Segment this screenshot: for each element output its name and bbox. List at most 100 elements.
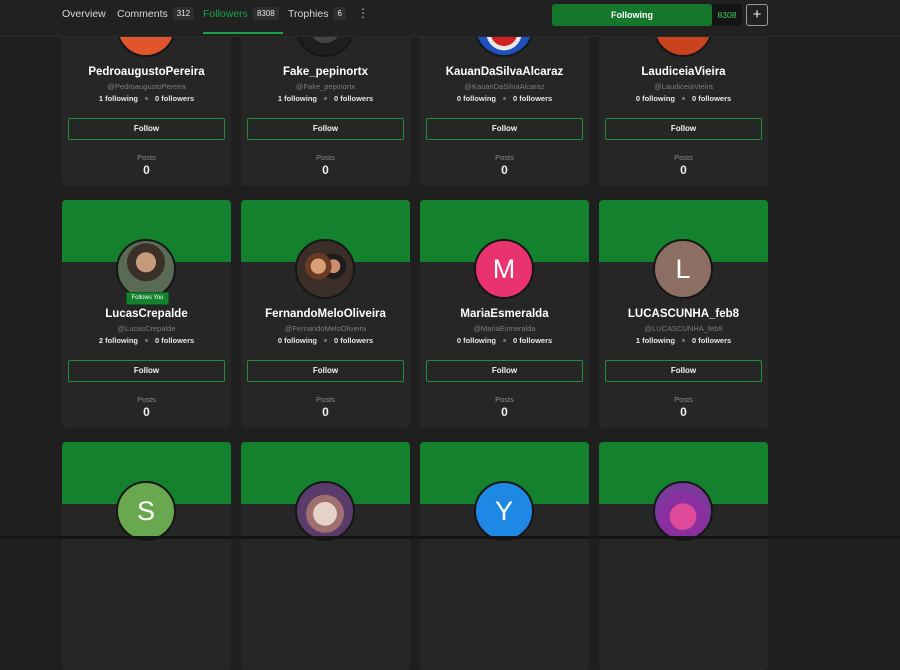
follow-button[interactable]: Follow bbox=[426, 118, 583, 140]
user-name[interactable]: LUCASCUNHA_feb8 bbox=[599, 308, 768, 320]
following-count: 0 following bbox=[635, 94, 675, 103]
user-handle: @LaudiceiaVieira bbox=[654, 82, 713, 91]
user-stats: 0 following 0 followers bbox=[420, 94, 589, 103]
user-handle: @MariaEsmeralda bbox=[473, 324, 536, 333]
tab-label: Comments bbox=[117, 8, 168, 20]
following-count: 2 following bbox=[98, 336, 138, 345]
following-count: 0 following bbox=[277, 336, 317, 345]
user-stats: 1 following 0 followers bbox=[241, 94, 410, 103]
posts-label: Posts bbox=[316, 153, 335, 162]
avatar[interactable] bbox=[295, 239, 355, 299]
user-stats: 2 following 0 followers bbox=[62, 336, 231, 345]
posts-count: 0 bbox=[322, 163, 329, 177]
user-stats: 1 following 0 followers bbox=[599, 336, 768, 345]
followers-count: 0 followers bbox=[154, 94, 195, 103]
tab-count: 6 bbox=[333, 7, 346, 20]
user-handle: @LucasCrepalde bbox=[117, 324, 176, 333]
following-button[interactable]: Following bbox=[552, 4, 712, 26]
followers-count: 0 followers bbox=[691, 336, 732, 345]
separator-dot bbox=[323, 339, 327, 343]
separator-dot bbox=[502, 339, 506, 343]
follower-card: Follows You LucasCrepalde @LucasCrepalde… bbox=[62, 200, 231, 428]
tab-label: Trophies bbox=[288, 8, 329, 20]
follower-card: L LUCASCUNHA_feb8 @LUCASCUNHA_feb8 1 fol… bbox=[599, 200, 768, 428]
following-count: 1 following bbox=[98, 94, 138, 103]
posts-count: 0 bbox=[143, 405, 150, 419]
profile-tabs-bar: Overview Comments 312 Followers 8308 Troph… bbox=[0, 0, 900, 37]
avatar[interactable] bbox=[653, 481, 713, 541]
avatar[interactable]: Y bbox=[474, 481, 534, 541]
posts-label: Posts bbox=[674, 153, 693, 162]
more-vertical-icon[interactable]: ⋮ bbox=[357, 6, 369, 22]
avatar[interactable] bbox=[295, 481, 355, 541]
posts-count: 0 bbox=[501, 405, 508, 419]
separator-dot bbox=[681, 339, 685, 343]
follower-card: Y bbox=[420, 442, 589, 670]
separator-dot bbox=[502, 97, 506, 101]
follower-card: S bbox=[62, 442, 231, 670]
separator-dot bbox=[323, 97, 327, 101]
avatar[interactable]: L bbox=[653, 239, 713, 299]
avatar[interactable]: M bbox=[474, 239, 534, 299]
separator-dot bbox=[144, 97, 148, 101]
follows-you-badge: Follows You bbox=[126, 292, 169, 305]
tab-comments[interactable]: Comments 312 bbox=[117, 0, 195, 36]
following-count: 0 following bbox=[456, 94, 496, 103]
posts-count: 0 bbox=[322, 405, 329, 419]
posts-label: Posts bbox=[674, 395, 693, 404]
followers-count: 0 followers bbox=[333, 336, 374, 345]
posts-label: Posts bbox=[137, 153, 156, 162]
tab-overview[interactable]: Overview bbox=[62, 0, 106, 36]
follower-card: M MariaEsmeralda @MariaEsmeralda 0 follo… bbox=[420, 200, 589, 428]
posts-label: Posts bbox=[495, 153, 514, 162]
following-count: 1 following bbox=[277, 94, 317, 103]
follow-button[interactable]: Follow bbox=[68, 360, 225, 382]
avatar[interactable] bbox=[116, 239, 176, 299]
user-name[interactable]: MariaEsmeralda bbox=[420, 308, 589, 320]
separator-dot bbox=[681, 97, 685, 101]
followers-count: 0 followers bbox=[691, 94, 732, 103]
tab-count: 312 bbox=[172, 7, 195, 20]
following-count: 8308 bbox=[712, 4, 742, 26]
user-handle: @Fake_pepinortx bbox=[295, 82, 356, 91]
user-handle: @PedroaugustoPereira bbox=[107, 82, 186, 91]
user-name[interactable]: LucasCrepalde bbox=[62, 308, 231, 320]
posts-label: Posts bbox=[316, 395, 335, 404]
tab-label: Followers bbox=[203, 8, 248, 20]
user-stats: 0 following 0 followers bbox=[420, 336, 589, 345]
user-stats: 0 following 0 followers bbox=[241, 336, 410, 345]
follower-card bbox=[241, 442, 410, 670]
tab-followers[interactable]: Followers 8308 bbox=[203, 0, 283, 36]
follower-card: FernandoMeloOliveira @FernandoMeloOlivei… bbox=[241, 200, 410, 428]
follow-button[interactable]: Follow bbox=[247, 118, 404, 140]
follow-button[interactable]: Follow bbox=[605, 360, 762, 382]
avatar[interactable]: S bbox=[116, 481, 176, 541]
followers-count: 0 followers bbox=[512, 94, 553, 103]
user-handle: @LUCASCUNHA_feb8 bbox=[644, 324, 723, 333]
user-name[interactable]: KauanDaSilvaAlcaraz bbox=[420, 66, 589, 78]
tab-trophies[interactable]: Trophies 6 bbox=[288, 0, 346, 36]
posts-label: Posts bbox=[137, 395, 156, 404]
posts-count: 0 bbox=[680, 163, 687, 177]
tab-label: Overview bbox=[62, 8, 106, 20]
follow-button[interactable]: Follow bbox=[247, 360, 404, 382]
tab-count: 8308 bbox=[252, 7, 279, 20]
user-name[interactable]: FernandoMeloOliveira bbox=[241, 308, 410, 320]
follow-button[interactable]: Follow bbox=[605, 118, 762, 140]
follow-button[interactable]: Follow bbox=[426, 360, 583, 382]
followers-count: 0 followers bbox=[154, 336, 195, 345]
posts-label: Posts bbox=[495, 395, 514, 404]
posts-count: 0 bbox=[143, 163, 150, 177]
user-name[interactable]: Fake_pepinortx bbox=[241, 66, 410, 78]
plus-icon[interactable]: + bbox=[746, 4, 768, 26]
user-stats: 0 following 0 followers bbox=[599, 94, 768, 103]
follower-card bbox=[599, 442, 768, 670]
user-name[interactable]: LaudiceiaVieira bbox=[599, 66, 768, 78]
user-stats: 1 following 0 followers bbox=[62, 94, 231, 103]
user-name[interactable]: PedroaugustoPereira bbox=[62, 66, 231, 78]
following-count: 0 following bbox=[456, 336, 496, 345]
follow-button[interactable]: Follow bbox=[68, 118, 225, 140]
followers-count: 0 followers bbox=[333, 94, 374, 103]
separator-dot bbox=[144, 339, 148, 343]
user-handle: @KauanDaSilvaAlcaraz bbox=[464, 82, 545, 91]
